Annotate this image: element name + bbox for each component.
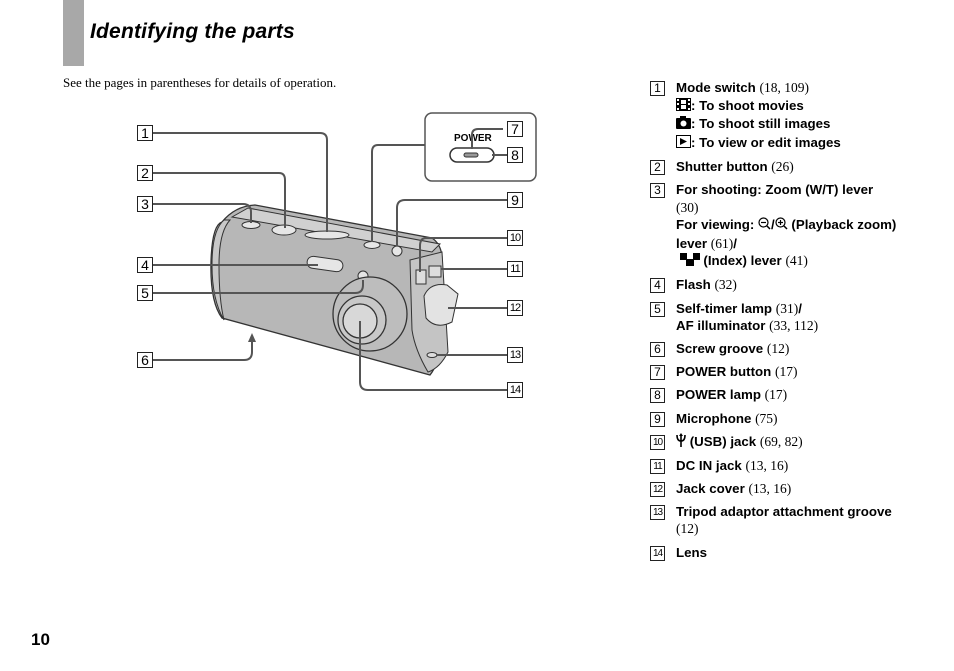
callout-13: 13: [507, 347, 523, 363]
power-inset-label: POWER: [454, 133, 493, 144]
leader-6: [153, 340, 253, 361]
part-11: 11 DC IN jack (13, 16): [650, 457, 910, 475]
part-8: 8 POWER lamp (17): [650, 386, 910, 404]
callout-12: 12: [507, 300, 523, 316]
jack-cover: [423, 284, 459, 326]
page-number: 10: [31, 630, 50, 649]
part-7: 7 POWER button (17): [650, 363, 910, 381]
callout-5: 5: [137, 285, 153, 301]
part-4: 4 Flash (32): [650, 276, 910, 294]
part-13: 13 Tripod adaptor attachment groove (12): [650, 503, 910, 538]
callout-6: 6: [137, 352, 153, 368]
callout-11: 11: [507, 261, 523, 277]
part-5: 5 Self-timer lamp (31)/ AF illuminator (…: [650, 300, 910, 335]
callout-14: 14: [507, 382, 523, 398]
mode-switch: [304, 230, 350, 240]
zoom-out-icon: [758, 217, 771, 235]
tripod-groove: [426, 352, 438, 358]
camera-icon: [676, 116, 691, 134]
callout-9: 9: [507, 192, 523, 208]
microphone: [391, 245, 403, 257]
parts-legend: 1 Mode switch (18, 109) : To shoot movie…: [650, 79, 910, 567]
callout-1: 1: [137, 125, 153, 141]
callout-4: 4: [137, 257, 153, 273]
power-button: [363, 241, 381, 249]
usb-icon: [676, 432, 686, 452]
part-2: 2 Shutter button (26): [650, 158, 910, 176]
callout-2: 2: [137, 165, 153, 181]
part-6: 6 Screw groove (12): [650, 340, 910, 358]
dc-in-jack: [428, 265, 442, 278]
part-1: 1 Mode switch (18, 109) : To shoot movie…: [650, 79, 910, 152]
part-12: 12 Jack cover (13, 16): [650, 480, 910, 498]
movie-icon: [676, 97, 691, 116]
arrow-6: [248, 333, 256, 342]
power-inset-lamp: [463, 152, 479, 158]
usb-jack: [415, 269, 427, 285]
callout-10: 10: [507, 230, 523, 246]
callout-3: 3: [137, 196, 153, 212]
leader-inset: [371, 144, 425, 242]
playback-icon: [676, 134, 691, 153]
part-name: Mode switch: [676, 80, 756, 95]
callout-8: 8: [507, 147, 523, 163]
part-3: 3 For shooting: Zoom (W/T) lever (30) Fo…: [650, 181, 910, 271]
callout-7: 7: [507, 121, 523, 137]
part-number: 1: [650, 81, 665, 96]
zoom-in-icon: [775, 217, 788, 235]
part-14: 14 Lens: [650, 544, 910, 562]
part-10: 10 (USB) jack (69, 82): [650, 432, 910, 452]
index-icon: [679, 253, 700, 271]
part-9: 9 Microphone (75): [650, 410, 910, 428]
part-ref: (18, 109): [759, 80, 810, 95]
